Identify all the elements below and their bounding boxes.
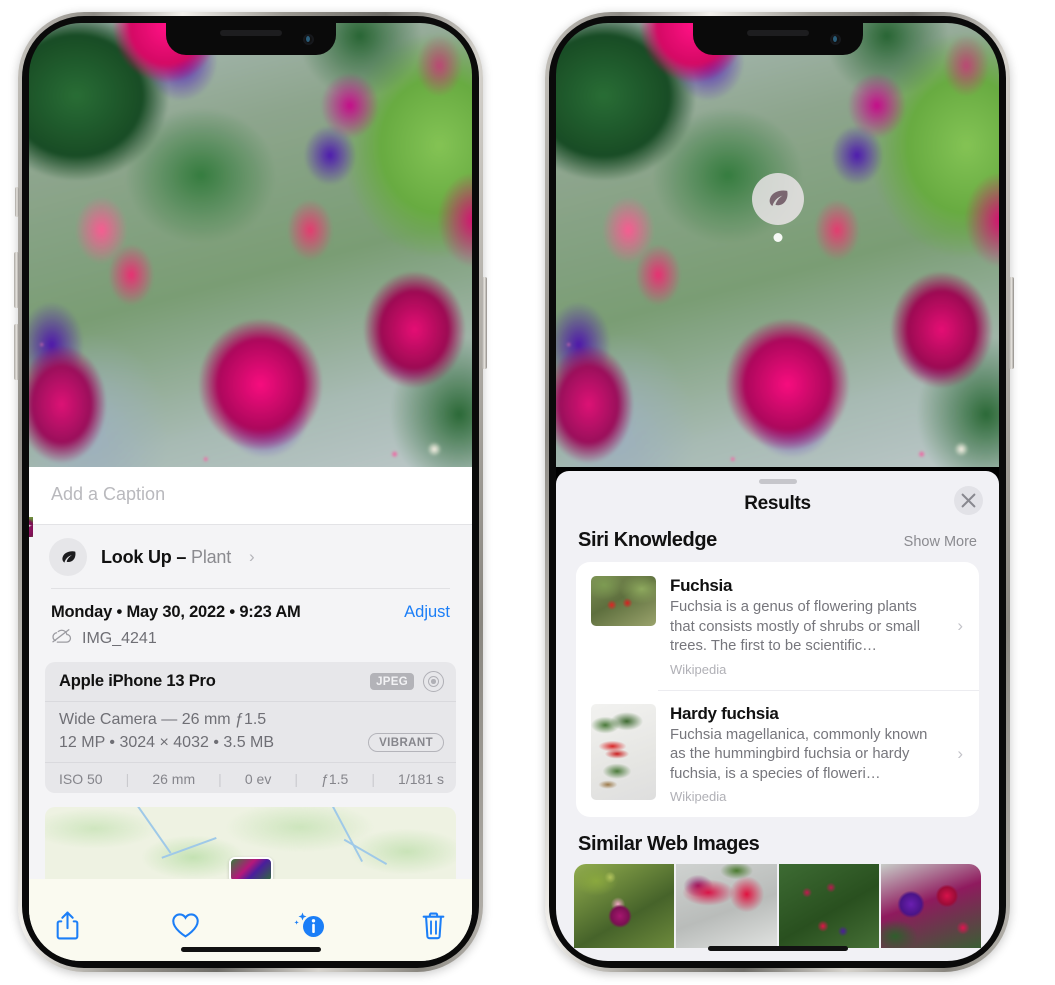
notch <box>692 23 863 55</box>
list-item[interactable]: Hardy fuchsia Fuchsia magellanica, commo… <box>576 689 979 818</box>
info-sparkle-icon[interactable] <box>292 910 330 942</box>
camera-info-card[interactable]: Apple iPhone 13 Pro JPEG Wide Camera — 2… <box>45 662 456 793</box>
earpiece-speaker <box>746 30 809 36</box>
phone-screen-left: Add a Caption ✦ ✦ Look Up – Plant › Mond… <box>29 23 472 961</box>
close-icon[interactable] <box>954 486 983 515</box>
exif-aperture: ƒ1.5 <box>321 771 349 787</box>
exif-iso: ISO 50 <box>59 771 103 787</box>
photo-location-map[interactable] <box>45 806 456 879</box>
chevron-right-icon: › <box>957 616 963 636</box>
iphone-left: Add a Caption ✦ ✦ Look Up – Plant › Mond… <box>14 12 487 972</box>
result-source: Wikipedia <box>670 661 727 677</box>
home-indicator[interactable] <box>180 947 321 952</box>
exif-divider: | <box>218 771 222 787</box>
camera-card-body: Wide Camera — 26 mm ƒ1.5 12 MP • 3024 × … <box>45 702 456 763</box>
siri-knowledge-header: Siri Knowledge Show More <box>556 529 999 562</box>
map-road <box>132 806 172 854</box>
result-text: Fuchsia Fuchsia is a genus of flowering … <box>670 576 943 677</box>
silence-switch[interactable] <box>15 187 19 217</box>
screenshot-root: Add a Caption ✦ ✦ Look Up – Plant › Mond… <box>0 0 1055 985</box>
leaf-icon <box>49 538 87 576</box>
phone-screen-right: Results Siri Knowledge Show More Fuchsia… <box>556 23 999 961</box>
front-camera-icon <box>302 34 314 45</box>
camera-specs-row: 12 MP • 3024 × 4032 • 3.5 MB VIBRANT <box>59 733 444 752</box>
result-thumbnail <box>591 576 656 626</box>
photo-filename: IMG_4241 <box>82 629 157 647</box>
visual-look-up-badge[interactable] <box>752 173 804 242</box>
results-title: Results <box>744 493 811 514</box>
map-road <box>326 806 364 863</box>
exif-shutter: 1/181 s <box>398 771 444 787</box>
look-up-label: Look Up – Plant <box>101 546 232 567</box>
result-source: Wikipedia <box>670 789 727 805</box>
look-up-row[interactable]: ✦ ✦ Look Up – Plant › <box>29 517 472 589</box>
exif-divider: | <box>125 771 130 787</box>
camera-card-header: Apple iPhone 13 Pro JPEG <box>45 662 456 702</box>
map-road <box>161 837 217 859</box>
similar-web-images-row <box>574 864 981 949</box>
volume-up-button[interactable] <box>14 252 19 308</box>
result-thumbnail <box>591 703 656 800</box>
camera-lens-line: Wide Camera — 26 mm ƒ1.5 <box>59 711 267 728</box>
photo-location-pin[interactable] <box>228 856 273 879</box>
result-description: Fuchsia is a genus of flowering plants t… <box>670 599 920 655</box>
volume-down-button[interactable] <box>14 324 19 380</box>
show-more-button[interactable]: Show More <box>904 534 977 550</box>
aperture-icon <box>423 671 444 692</box>
front-camera-icon <box>829 34 841 45</box>
format-badge: JPEG <box>370 673 414 690</box>
heart-icon[interactable] <box>171 912 200 939</box>
photo-viewer[interactable] <box>29 23 472 467</box>
web-image-thumbnail[interactable] <box>778 864 879 949</box>
exif-divider: | <box>371 771 375 787</box>
web-image-thumbnail[interactable] <box>574 864 675 949</box>
camera-specs-line: 12 MP • 3024 × 4032 • 3.5 MB <box>59 733 275 751</box>
share-icon[interactable] <box>55 910 80 941</box>
fuchsia-flowers-photo <box>29 23 472 467</box>
trash-icon[interactable] <box>421 911 446 941</box>
results-header: Results <box>556 484 999 529</box>
photographic-style-badge: VIBRANT <box>368 733 444 752</box>
siri-knowledge-title: Siri Knowledge <box>578 529 717 551</box>
photo-info-sheet: Add a Caption ✦ ✦ Look Up – Plant › Mond… <box>29 467 472 961</box>
similar-web-images-title: Similar Web Images <box>578 833 760 856</box>
photo-date-row: Monday • May 30, 2022 • 9:23 AM Adjust <box>29 589 472 624</box>
side-power-button[interactable] <box>1009 277 1014 369</box>
photo-file-row: IMG_4241 <box>29 624 472 662</box>
results-sheet: Results Siri Knowledge Show More Fuchsia… <box>556 471 999 961</box>
map-road <box>343 839 388 866</box>
photo-viewer[interactable] <box>556 23 999 467</box>
look-up-anchor-dot <box>773 233 783 242</box>
result-title: Fuchsia <box>670 576 733 595</box>
adjust-button[interactable]: Adjust <box>404 603 450 622</box>
result-title: Hardy fuchsia <box>670 703 779 723</box>
exif-divider: | <box>294 771 299 787</box>
result-description: Fuchsia magellanica, commonly known as t… <box>670 726 928 782</box>
caption-input[interactable]: Add a Caption <box>29 467 472 525</box>
web-image-thumbnail[interactable] <box>880 864 981 949</box>
web-image-thumbnail[interactable] <box>676 864 777 949</box>
fuchsia-flowers-photo <box>556 23 999 467</box>
result-text: Hardy fuchsia Fuchsia magellanica, commo… <box>670 704 943 805</box>
list-item[interactable]: Fuchsia Fuchsia is a genus of flowering … <box>576 562 979 690</box>
look-up-subject: Plant <box>191 546 232 567</box>
earpiece-speaker <box>219 30 282 36</box>
iphone-right: Results Siri Knowledge Show More Fuchsia… <box>545 12 1014 972</box>
exif-ev: 0 ev <box>244 771 272 787</box>
exif-row: ISO 50 | 26 mm | 0 ev | ƒ1.5 | 1/181 s <box>45 763 456 793</box>
sparkle-icon: ✦ <box>29 517 34 537</box>
similar-web-images-header: Similar Web Images <box>556 817 999 864</box>
chevron-right-icon: › <box>249 547 255 566</box>
home-indicator[interactable] <box>707 946 848 951</box>
cloud-slash-icon <box>51 628 73 649</box>
chevron-right-icon: › <box>957 743 963 763</box>
notch <box>165 23 336 55</box>
siri-knowledge-card: Fuchsia Fuchsia is a genus of flowering … <box>576 562 979 818</box>
photo-date: Monday • May 30, 2022 • 9:23 AM <box>51 603 301 621</box>
leaf-icon <box>752 173 804 225</box>
exif-focal: 26 mm <box>152 771 196 787</box>
camera-device-name: Apple iPhone 13 Pro <box>59 672 216 690</box>
side-power-button[interactable] <box>482 277 487 369</box>
